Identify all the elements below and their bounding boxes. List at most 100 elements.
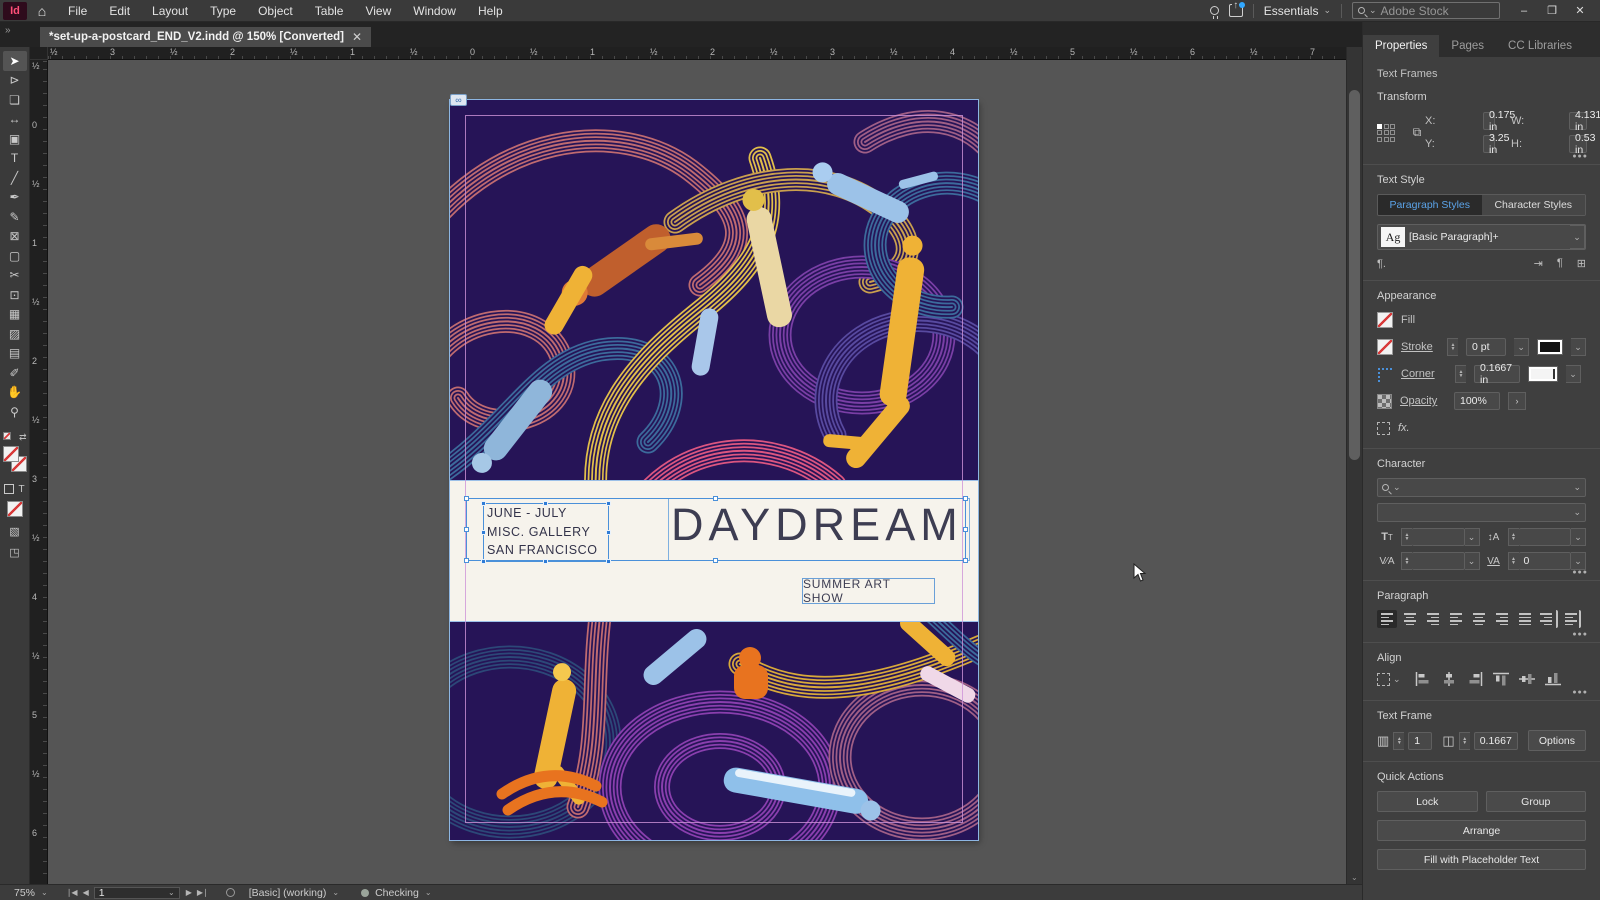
stroke-weight-input[interactable]: 0 pt	[1466, 338, 1507, 356]
align-center-button[interactable]	[1400, 610, 1420, 628]
align-away-from-spine-button[interactable]	[1561, 610, 1581, 628]
kerning-stepper[interactable]: ▲ ▼	[1401, 552, 1412, 570]
constrain-proportions-icon[interactable]: ⧉	[1409, 125, 1425, 140]
leading-input[interactable]	[1518, 528, 1571, 546]
stock-search-input[interactable]: ⌄ Adobe Stock	[1352, 2, 1500, 19]
first-page-button[interactable]: ❘◀	[66, 888, 78, 897]
group-button[interactable]: Group	[1485, 791, 1586, 812]
document-tab[interactable]: *set-up-a-postcard_END_V2.indd @ 150% [C…	[40, 27, 372, 47]
gutter-input[interactable]: 0.1667	[1473, 731, 1518, 750]
free-transform-tool[interactable]: ⊡	[3, 285, 27, 305]
font-size-input[interactable]	[1412, 528, 1465, 546]
align-to-dropdown[interactable]: ⌄	[1377, 672, 1401, 686]
x-input[interactable]: 0.175 in	[1483, 109, 1515, 133]
kerning-input[interactable]	[1412, 552, 1465, 570]
align-right-button[interactable]	[1423, 610, 1443, 628]
pasteboard[interactable]: .u use{fill:none;stroke-linecap:round;} …	[48, 60, 1346, 884]
more-options-icon[interactable]: ●●●	[1572, 631, 1588, 638]
default-swatches-icon[interactable]	[2, 431, 11, 440]
preflight-profile[interactable]: [Basic] (working)	[249, 887, 327, 899]
vertical-scrollbar-thumb[interactable]	[1349, 90, 1360, 460]
opacity-label[interactable]: Opacity	[1400, 395, 1446, 407]
font-family-dropdown[interactable]: ⌄ ⌄	[1377, 478, 1586, 497]
screen-mode-icon[interactable]: ◳	[9, 546, 19, 559]
stroke-weight-stepper[interactable]: ▲ ▼	[1447, 338, 1459, 356]
pen-tool[interactable]: ✒	[3, 188, 27, 208]
frame-handle[interactable]	[481, 529, 486, 535]
content-collector-tool[interactable]: ▣	[3, 129, 27, 149]
last-page-button[interactable]: ▶❘	[197, 888, 209, 897]
menu-item[interactable]: Help	[467, 4, 514, 18]
note-tool[interactable]: ▤	[3, 344, 27, 364]
menu-item[interactable]: View	[354, 4, 402, 18]
formatting-affects-text-icon[interactable]: T	[18, 484, 24, 495]
restore-button[interactable]: ❐	[1538, 4, 1566, 17]
lock-button[interactable]: Lock	[1377, 791, 1478, 812]
stroke-swatch-dropdown[interactable]	[1537, 339, 1563, 355]
home-icon[interactable]: ⌂	[27, 3, 57, 19]
leading-stepper[interactable]: ▲ ▼	[1507, 528, 1519, 546]
expand-panels-icon[interactable]: »	[5, 25, 11, 36]
redefine-style-icon[interactable]: ⇥	[1534, 257, 1543, 270]
scissors-tool[interactable]: ✂	[3, 266, 27, 286]
fill-swatch[interactable]	[2, 445, 19, 462]
more-options-icon[interactable]: ●●●	[1572, 153, 1588, 160]
reference-point-locator[interactable]	[1377, 123, 1409, 142]
next-page-button[interactable]: ▶	[186, 888, 192, 897]
font-style-dropdown[interactable]: ⌄	[1377, 503, 1586, 522]
corner-radius-stepper[interactable]: ▲ ▼	[1455, 365, 1466, 383]
text-frame-options-button[interactable]: Options	[1527, 730, 1586, 751]
chevron-down-icon[interactable]: ⌄	[1464, 552, 1480, 570]
frame-handle[interactable]	[606, 529, 611, 535]
page-tool[interactable]: ❏	[3, 90, 27, 110]
frame-handle[interactable]	[481, 559, 486, 564]
frame-handle[interactable]	[543, 501, 548, 506]
subtitle-text-frame[interactable]: SUMMER ART SHOW	[802, 577, 935, 605]
menu-item[interactable]: Table	[304, 4, 355, 18]
frame-handle[interactable]	[543, 559, 548, 564]
chevron-down-icon[interactable]: ⌄	[1514, 338, 1530, 356]
page-number-input[interactable]: 1 ⌄	[93, 886, 180, 899]
opacity-expand-icon[interactable]: ›	[1508, 392, 1526, 410]
arrange-button[interactable]: Arrange	[1377, 820, 1586, 841]
more-options-icon[interactable]: ●●●	[1572, 569, 1588, 576]
paragraph-styles-tab[interactable]: Paragraph Styles	[1378, 195, 1482, 215]
selection-handle[interactable]	[713, 558, 718, 563]
fill-color-swatch[interactable]	[1377, 312, 1393, 328]
chevron-down-icon[interactable]: ⌄	[1464, 528, 1480, 546]
frame-handle[interactable]	[481, 501, 486, 506]
menu-item[interactable]: Layout	[141, 4, 199, 18]
menu-item[interactable]: Edit	[98, 4, 141, 18]
selection-handle[interactable]	[963, 558, 968, 563]
swap-fill-stroke-icon[interactable]: ⇄	[19, 432, 27, 443]
gutter-stepper[interactable]: ▲ ▼	[1458, 731, 1470, 750]
tab-properties[interactable]: Properties	[1363, 35, 1440, 57]
corner-label[interactable]: Corner	[1401, 368, 1447, 380]
columns-input[interactable]: 1	[1408, 731, 1433, 750]
tracking-input[interactable]: 0	[1518, 552, 1571, 570]
line-tool[interactable]: ╱	[3, 168, 27, 188]
preflight-status[interactable]: Checking	[375, 887, 419, 899]
view-mode-icon[interactable]: ▧	[9, 525, 19, 538]
vertical-scrollbar[interactable]: ⌄	[1346, 47, 1362, 884]
tab-cc-libraries[interactable]: CC Libraries	[1496, 35, 1584, 57]
rectangle-tool[interactable]: ▢	[3, 246, 27, 266]
menu-item[interactable]: Type	[199, 4, 247, 18]
tracking-stepper[interactable]: ▲ ▼	[1507, 552, 1519, 570]
hand-tool[interactable]: ✋	[3, 383, 27, 403]
pencil-tool[interactable]: ✎	[3, 207, 27, 227]
w-input[interactable]: 4.1317 in	[1569, 109, 1600, 133]
indesign-logo[interactable]: Id	[3, 1, 27, 20]
object-effects-icon[interactable]	[1377, 421, 1390, 435]
direct-selection-tool[interactable]: ⊳	[3, 71, 27, 91]
gap-tool[interactable]: ↔	[3, 110, 27, 130]
zoom-level[interactable]: 75%	[14, 887, 35, 899]
chevron-down-icon[interactable]: ⌄	[1570, 338, 1586, 356]
opacity-input[interactable]: 100%	[1454, 392, 1500, 410]
selection-handle[interactable]	[963, 526, 968, 532]
selection-handle[interactable]	[464, 496, 469, 501]
type-tool[interactable]: T	[3, 149, 27, 169]
chevron-down-icon[interactable]: ⌄	[1571, 528, 1586, 546]
stroke-label[interactable]: Stroke	[1401, 341, 1439, 353]
frame-handle[interactable]	[606, 559, 611, 564]
